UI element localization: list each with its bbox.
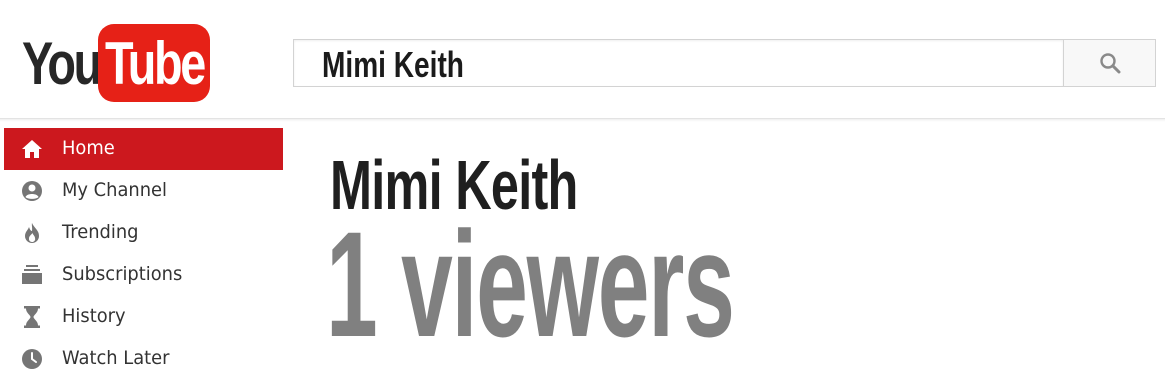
sidebar-item-label: Trending — [62, 221, 139, 243]
sidebar-item-subscriptions[interactable]: Subscriptions — [4, 254, 283, 296]
logo-tube-text: Tube — [104, 29, 206, 97]
search-icon — [1099, 53, 1120, 74]
account-icon — [21, 180, 43, 202]
sidebar-item-history[interactable]: History — [4, 296, 283, 338]
sidebar-nav: Home My Channel Trending Subscriptions H… — [4, 128, 283, 378]
sidebar-item-label: Home — [62, 137, 115, 159]
sidebar-item-my-channel[interactable]: My Channel — [4, 170, 283, 212]
sidebar-item-home[interactable]: Home — [4, 128, 283, 170]
hourglass-icon — [21, 306, 43, 328]
header-divider — [0, 118, 1165, 122]
top-header: You Tube Mimi Keith — [0, 0, 1165, 118]
search-input-value: Mimi Keith — [322, 44, 464, 85]
youtube-logo[interactable]: You Tube — [22, 24, 212, 102]
sidebar-item-label: My Channel — [62, 179, 167, 201]
subscriptions-icon — [21, 264, 43, 286]
flame-icon — [21, 222, 43, 244]
home-icon — [21, 138, 43, 160]
search-button[interactable] — [1063, 39, 1156, 87]
logo-tube-badge: Tube — [98, 24, 210, 102]
sidebar-item-trending[interactable]: Trending — [4, 212, 283, 254]
sidebar-item-label: History — [62, 305, 126, 327]
sidebar-item-label: Subscriptions — [62, 263, 183, 285]
clock-icon — [21, 348, 43, 370]
sidebar-item-watch-later[interactable]: Watch Later — [4, 338, 283, 378]
viewer-count: 1 viewers — [326, 200, 735, 368]
sidebar-item-label: Watch Later — [62, 347, 170, 369]
logo-you-text: You — [22, 29, 102, 97]
search-input[interactable]: Mimi Keith — [293, 39, 1063, 87]
